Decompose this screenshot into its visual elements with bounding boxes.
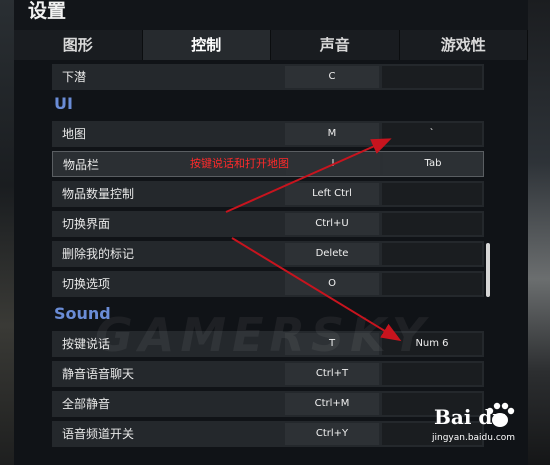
keybind-row-toggle-options[interactable]: 切换选项 O [52, 271, 484, 297]
secondary-key-button[interactable]: ` [382, 123, 482, 145]
secondary-key-button[interactable]: Tab [383, 153, 483, 175]
background-right [528, 0, 550, 465]
window-title: 设置 [28, 0, 67, 22]
baidu-url: jingyan.baidu.com [432, 433, 516, 443]
primary-key-button[interactable]: C [285, 66, 379, 88]
settings-window: 设置 图形 控制 声音 游戏性 下潜 C UI 地图 M ` 物品栏 I Tab… [14, 0, 528, 465]
settings-tabs: 图形 控制 声音 游戏性 [14, 30, 528, 60]
tab-controls[interactable]: 控制 [142, 30, 271, 60]
gamersky-watermark: GAMERSKY [95, 308, 432, 362]
background-left [0, 0, 14, 465]
secondary-key-button[interactable] [382, 363, 482, 385]
primary-key-button[interactable]: Ctrl+Y [285, 423, 379, 445]
keybind-row-toggle-ui[interactable]: 切换界面 Ctrl+U [52, 211, 484, 237]
keybind-row-voice-channel[interactable]: 语音频道开关 Ctrl+Y [52, 421, 484, 447]
keybind-row-mute-voice-chat[interactable]: 静音语音聊天 Ctrl+T [52, 361, 484, 387]
keybind-row-mute-all[interactable]: 全部静音 Ctrl+M [52, 391, 484, 417]
annotation-text: 按键说话和打开地图 [190, 157, 289, 170]
keybind-row-map[interactable]: 地图 M ` [52, 121, 484, 147]
keybind-label: 删除我的标记 [62, 247, 135, 261]
keybind-label: 切换选项 [62, 277, 111, 291]
primary-key-button[interactable]: Ctrl+T [285, 363, 379, 385]
keybind-label: 物品栏 [63, 158, 100, 172]
keybind-label: 切换界面 [62, 217, 111, 231]
secondary-key-button[interactable] [382, 213, 482, 235]
primary-key-button[interactable]: O [285, 273, 379, 295]
baidu-logo: Bai du jingyan.baidu.com [428, 401, 538, 453]
primary-key-button[interactable]: I [286, 153, 380, 175]
keybind-label: 语音频道开关 [62, 427, 135, 441]
tab-sound[interactable]: 声音 [271, 30, 400, 60]
tab-graphics[interactable]: 图形 [14, 30, 143, 60]
primary-key-button[interactable]: Left Ctrl [285, 183, 379, 205]
keybind-label: 下潜 [62, 70, 87, 84]
tab-gameplay[interactable]: 游戏性 [399, 30, 528, 60]
secondary-key-button[interactable] [382, 273, 482, 295]
keybind-row-item-quantity[interactable]: 物品数量控制 Left Ctrl [52, 181, 484, 207]
keybind-row-delete-marker[interactable]: 删除我的标记 Delete [52, 241, 484, 267]
primary-key-button[interactable]: M [285, 123, 379, 145]
secondary-key-button[interactable] [382, 243, 482, 265]
secondary-key-button[interactable] [382, 183, 482, 205]
keybind-row-dive[interactable]: 下潜 C [52, 64, 484, 90]
scrollbar-thumb[interactable] [486, 243, 490, 297]
primary-key-button[interactable]: Ctrl+U [285, 213, 379, 235]
primary-key-button[interactable]: Delete [285, 243, 379, 265]
keybind-label: 全部静音 [62, 397, 111, 411]
baidu-logo-text: Bai du [434, 405, 507, 429]
keybind-label: 静音语音聊天 [62, 367, 135, 381]
keybind-label: 地图 [62, 127, 87, 141]
secondary-key-button[interactable] [382, 66, 482, 88]
primary-key-button[interactable]: Ctrl+M [285, 393, 379, 415]
section-header-ui: UI [54, 94, 73, 113]
keybind-label: 物品数量控制 [62, 187, 135, 201]
